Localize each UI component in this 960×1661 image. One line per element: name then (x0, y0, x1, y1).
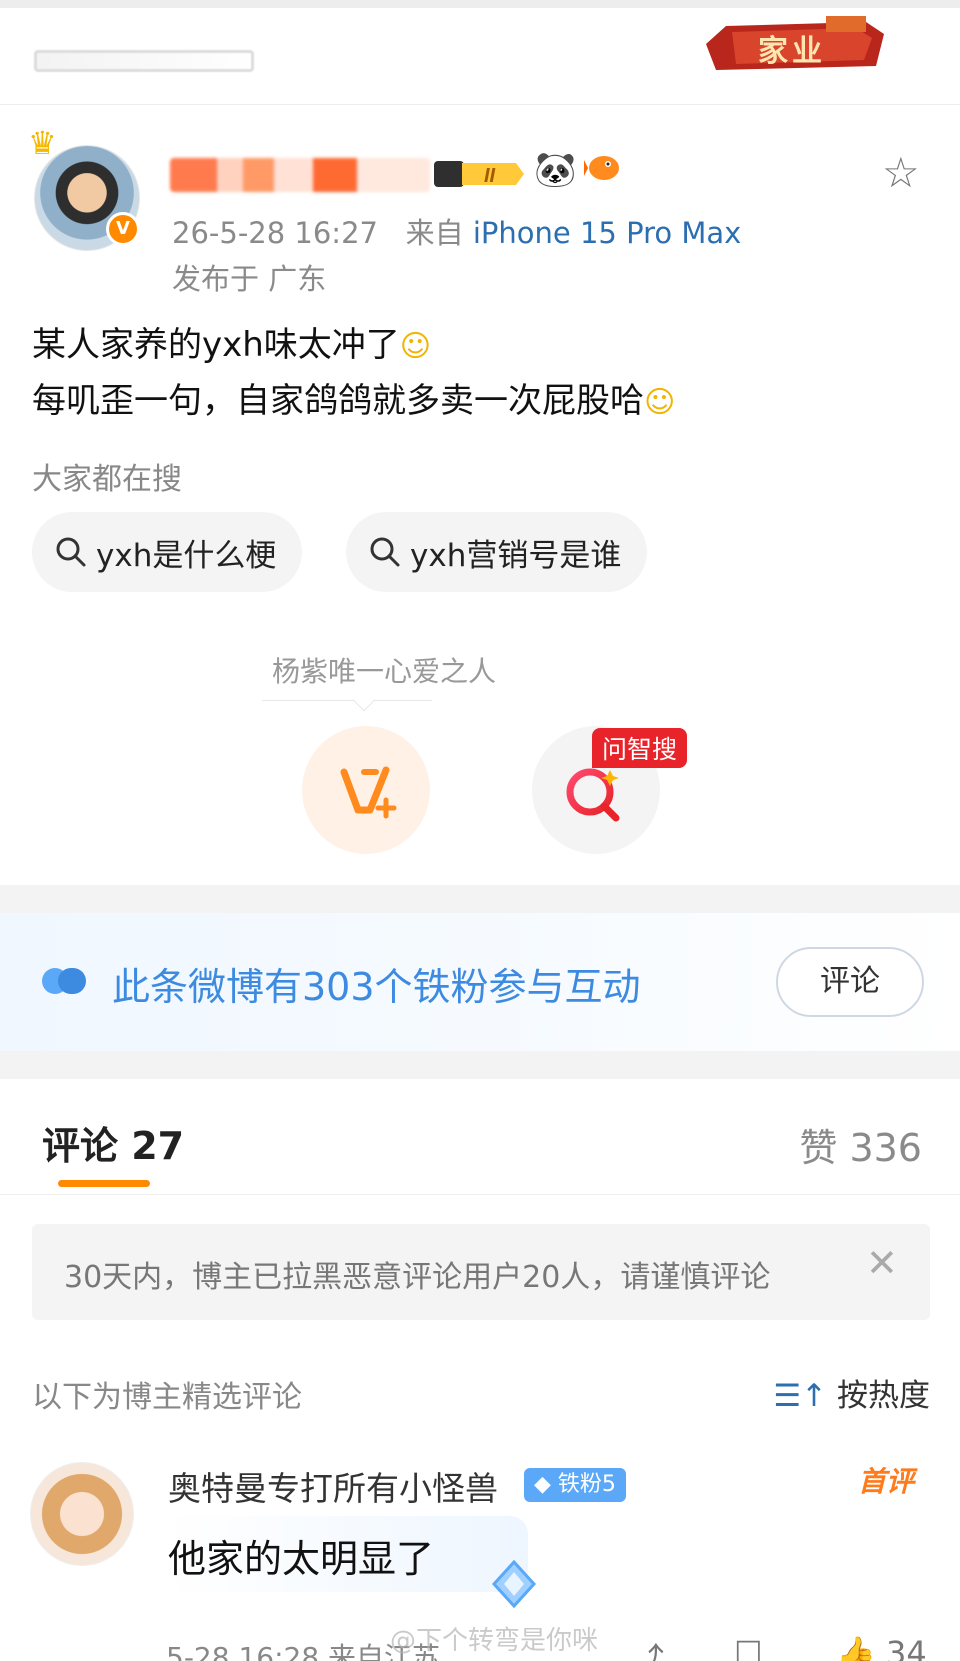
content-line-1: 某人家养的yxh味太冲了 (32, 325, 400, 365)
fish-icon (584, 150, 624, 192)
section-gap (0, 885, 960, 913)
search-chip-label: yxh是什么梗 (96, 537, 277, 574)
fan-level-badge: ◆ 铁粉5 (524, 1468, 626, 1502)
favorite-star-icon[interactable]: ☆ (882, 152, 920, 194)
tooltip-divider (262, 700, 432, 701)
commenter-name[interactable]: 奥特曼专打所有小怪兽 (168, 1462, 498, 1510)
verified-badge-icon: V (106, 212, 140, 246)
post-meta: 26-5-28 16:27 来自 iPhone 15 Pro Max (172, 210, 741, 252)
crown-icon: ♛ (28, 124, 57, 162)
tooltip-arrow (352, 688, 376, 712)
level-badge: II (432, 157, 526, 191)
search-chip-label: yxh营销号是谁 (410, 537, 622, 574)
like-button[interactable]: 👍 34 (836, 1634, 927, 1661)
vplus-button[interactable] (302, 726, 430, 854)
source-prefix: 来自 (405, 216, 464, 250)
share-icon[interactable]: ⤴ (632, 1634, 664, 1661)
comment-text: 他家的太明显了 (168, 1537, 435, 1581)
zhisou-tag: 问智搜 (592, 728, 688, 768)
content-line-2: 每叽歪一句，自家鸽鸽就多卖一次屁股哈 (32, 381, 644, 421)
selected-comments-label: 以下为博主精选评论 (32, 1380, 302, 1415)
watermark: @下个转弯是你咪 (390, 1626, 599, 1656)
blurred-search-bar[interactable] (34, 50, 254, 72)
post-content: 某人家养的yxh味太冲了☺ 每叽歪一句，自家鸽鸽就多卖一次屁股哈☺ (32, 318, 675, 430)
first-comment-badge: 首评 (858, 1465, 915, 1498)
trending-search-label: 大家都在搜 (32, 462, 182, 497)
search-icon (370, 537, 400, 567)
vplus-tooltip: 杨紫唯一心爱之人 (272, 655, 497, 688)
search-chip[interactable]: yxh营销号是谁 (346, 512, 648, 592)
divider (0, 1194, 960, 1195)
vplus-icon (340, 766, 397, 819)
section-gap (0, 1051, 960, 1079)
block-notice-text: 30天内，博主已拉黑恶意评论用户20人，请谨慎评论 (64, 1260, 771, 1295)
jiaye-banner[interactable]: 家业 (706, 14, 886, 74)
comment-button[interactable]: 评论 (776, 947, 924, 1017)
post-location: 发布于 广东 (172, 262, 327, 296)
search-chip[interactable]: yxh是什么梗 (32, 512, 303, 592)
banner-text: 家业 (758, 34, 826, 69)
search-icon (56, 537, 86, 567)
sort-label: 按热度 (837, 1378, 930, 1414)
level-badge-text: II (484, 165, 496, 187)
device-link[interactable]: iPhone 15 Pro Max (473, 216, 741, 250)
tab-comments[interactable]: 评论 27 (42, 1115, 184, 1170)
like-count: 34 (886, 1634, 927, 1661)
fan-level-text: 铁粉5 (557, 1472, 616, 1497)
reply-icon[interactable]: ☐ (734, 1634, 763, 1661)
sort-button[interactable]: ☰↑ 按热度 (773, 1370, 930, 1415)
thumbs-up-icon: 👍 (836, 1634, 876, 1661)
tab-likes[interactable]: 赞 336 (799, 1117, 922, 1172)
tab-active-indicator (58, 1180, 150, 1187)
fans-banner-text: 此条微博有303个铁粉参与互动 (112, 965, 641, 1009)
sort-icon: ☰↑ (773, 1378, 828, 1414)
fans-icon (42, 968, 86, 994)
commenter-avatar[interactable] (30, 1462, 134, 1566)
close-icon[interactable]: ✕ (866, 1244, 898, 1282)
blush-emoji-icon: ☺ (644, 385, 676, 420)
blush-emoji-icon: ☺ (399, 329, 432, 364)
author-name-blurred[interactable] (170, 158, 430, 192)
diamond-icon (491, 1559, 537, 1609)
panda-icon: 🐼 (534, 150, 577, 190)
post-time: 26-5-28 16:27 (172, 216, 378, 250)
